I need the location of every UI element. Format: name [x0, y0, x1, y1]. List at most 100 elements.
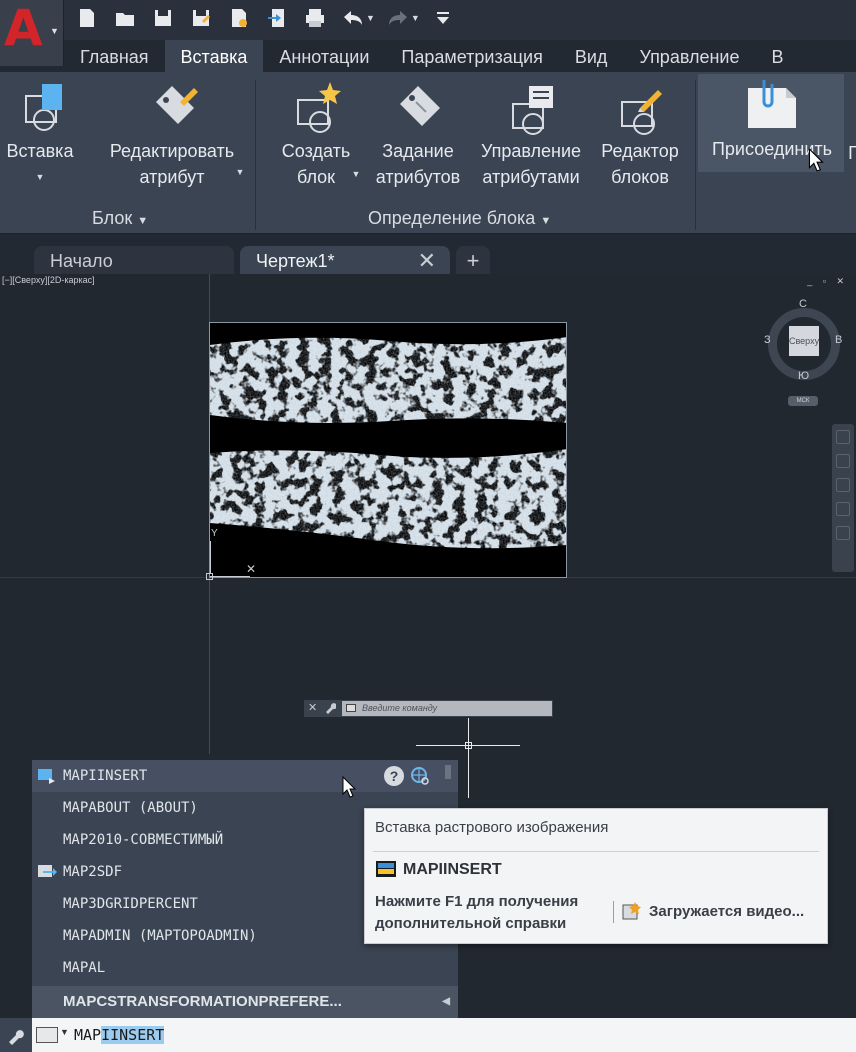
close-tab-icon[interactable]: ✕ [418, 246, 436, 276]
edit-attribute-button[interactable]: Редактировать атрибут [92, 78, 252, 190]
tooltip-title: Вставка растрового изображения [375, 819, 609, 836]
app-menu-caret-icon: ▼ [50, 26, 59, 36]
tooltip-command: MAPIINSERT [403, 861, 502, 878]
undo-dropdown-icon[interactable]: ▼ [366, 13, 375, 23]
tab-overflow[interactable]: В [756, 40, 800, 72]
ribbon-overflow-label[interactable]: Г [848, 140, 856, 166]
command-autocomplete-text: IINSERT [101, 1026, 165, 1044]
compass-west[interactable]: З [764, 334, 771, 346]
undo-icon[interactable] [340, 5, 366, 31]
raster-image[interactable] [209, 322, 567, 578]
define-attributes-button[interactable]: Задание атрибутов [368, 78, 468, 190]
floating-command-input[interactable]: Введите команду [342, 701, 552, 716]
crosshair-pickbox [465, 742, 472, 749]
block-editor-label-1: Редактор [601, 141, 679, 161]
tooltip-help-line-2: дополнительной справки [375, 915, 567, 932]
submenu-arrow-icon[interactable]: ◀ [442, 986, 450, 1018]
publish-icon[interactable] [226, 5, 252, 31]
tab-parametric[interactable]: Параметризация [385, 40, 558, 72]
tab-insert[interactable]: Вставка [164, 40, 264, 72]
edit-attribute-label-1: Редактировать [109, 141, 235, 161]
viewcube[interactable]: Сверху С Ю З В МСК [764, 298, 844, 410]
tab-view[interactable]: Вид [559, 40, 624, 72]
edit-attribute-dropdown-icon[interactable]: ▼ [234, 156, 246, 185]
import-icon[interactable] [264, 5, 290, 31]
panel-title-block[interactable]: Блок ▼ [92, 208, 148, 229]
insert-block-button[interactable]: Вставка ▼ [2, 78, 78, 190]
steering-wheel-icon[interactable] [836, 430, 850, 444]
panel-title-block-definition[interactable]: Определение блока ▼ [368, 208, 551, 229]
mouse-pointer-icon [342, 776, 356, 798]
define-attributes-icon [400, 86, 440, 126]
tab-start-label: Начало [50, 251, 113, 271]
compass-north[interactable]: С [799, 298, 807, 310]
customize-icon[interactable] [430, 5, 456, 31]
tab-annotate[interactable]: Аннотации [263, 40, 385, 72]
block-editor-icon [621, 90, 662, 135]
tooltip-video-loading[interactable]: Загружается видео... [649, 903, 804, 920]
tab-start[interactable]: Начало [34, 246, 234, 276]
save-icon[interactable] [150, 5, 176, 31]
zoom-icon[interactable] [836, 478, 850, 492]
wcs-menu-button[interactable]: МСК [788, 396, 818, 406]
orbit-icon[interactable] [836, 502, 850, 516]
new-tab-icon[interactable]: + [456, 246, 490, 276]
ucs-y-label: Y [211, 528, 218, 539]
redo-icon[interactable] [385, 5, 411, 31]
autocomplete-item-label: MAP2SDF [63, 864, 123, 880]
create-block-dropdown-icon[interactable]: ▼ [350, 158, 362, 187]
raster-insert-icon [38, 769, 55, 784]
ucs-y-axis [210, 541, 211, 573]
define-attributes-label-2: атрибутов [375, 167, 461, 187]
ribbon-tabs: Главная Вставка Аннотации Параметризация… [64, 40, 856, 72]
showmotion-icon[interactable] [836, 526, 850, 540]
command-customize-icon[interactable] [324, 700, 337, 717]
drawing-canvas[interactable]: [−][Сверху][2D-каркас] _ ▫ ✕ Y ✕ Сверху … [0, 148, 856, 1052]
block-editor-button[interactable]: Редактор блоков [594, 78, 686, 190]
web-search-icon[interactable] [410, 766, 430, 786]
quick-access-toolbar: ▼ ▼ [0, 0, 856, 40]
tab-drawing1[interactable]: Чертеж1* ✕ [240, 246, 450, 276]
tab-home[interactable]: Главная [64, 40, 165, 72]
autocomplete-item-mapiinsert[interactable]: MAPIINSERT ? [32, 760, 458, 792]
viewport-controls-label[interactable]: [−][Сверху][2D-каркас] [2, 275, 95, 285]
panel-separator [255, 80, 256, 230]
viewcube-top-face[interactable]: Сверху [789, 326, 819, 356]
pan-icon[interactable] [836, 454, 850, 468]
viewport-window-controls[interactable]: _ ▫ ✕ [807, 276, 848, 287]
recent-commands-dropdown-icon[interactable]: ▼ [60, 1027, 69, 1037]
tab-drawing1-label: Чертеж1* [256, 251, 335, 271]
navigation-bar[interactable] [832, 424, 854, 572]
manage-attributes-button[interactable]: Управление атрибутами [472, 78, 590, 190]
help-icon[interactable]: ? [384, 766, 404, 786]
wrench-icon[interactable] [6, 1025, 26, 1045]
tab-manage[interactable]: Управление [623, 40, 755, 72]
command-line-options[interactable] [0, 1018, 32, 1052]
ribbon-panel: Вставка ▼ Редактировать атрибут ▼ Блок ▼… [0, 72, 856, 234]
command-line[interactable]: ▼ MAPIINSERT [0, 1018, 856, 1052]
close-command-line-icon[interactable]: ✕ [308, 701, 317, 714]
autocomplete-scrollbar[interactable] [442, 762, 454, 782]
application-menu-button[interactable]: A ▼ [0, 0, 64, 66]
autocomplete-item-mapcstransformation[interactable]: MAPCSTRANSFORMATIONPREFERE... ◀ [32, 986, 458, 1018]
open-icon[interactable] [112, 5, 138, 31]
scrollbar-thumb[interactable] [445, 765, 451, 779]
command-prompt-icon [346, 704, 356, 712]
attach-icon [748, 80, 796, 128]
new-icon[interactable] [74, 5, 100, 31]
autocomplete-item-label: MAPCSTRANSFORMATIONPREFERE... [63, 993, 342, 1010]
floating-command-placeholder: Введите команду [362, 703, 438, 713]
redo-dropdown-icon[interactable]: ▼ [411, 13, 420, 23]
manage-attributes-label-2: атрибутами [482, 167, 580, 187]
print-icon[interactable] [302, 5, 328, 31]
insert-block-icon [25, 84, 62, 131]
command-input[interactable]: MAPIINSERT [74, 1026, 165, 1044]
floating-command-line[interactable]: ✕ Введите команду [304, 700, 553, 717]
autocad-window: ▼ ▼ A ▼ Главная Вставка Аннотации Параме… [0, 0, 856, 1052]
compass-east[interactable]: В [835, 334, 842, 346]
save-as-icon[interactable] [188, 5, 214, 31]
compass-south[interactable]: Ю [798, 370, 809, 382]
autocomplete-item-mapal[interactable]: MAPAL [32, 952, 458, 984]
manage-attributes-label-1: Управление [480, 141, 582, 161]
command-prompt-icon[interactable] [36, 1027, 58, 1043]
